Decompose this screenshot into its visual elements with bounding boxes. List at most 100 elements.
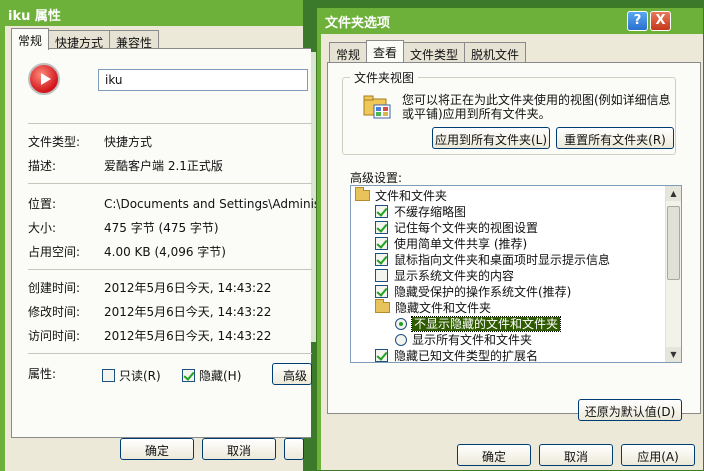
checkbox[interactable]	[375, 269, 388, 282]
scroll-up-icon[interactable]: ▲	[666, 186, 681, 201]
accessed-row: 访问时间: 2012年5月6日今天, 14:43:22	[28, 327, 271, 344]
tab-general[interactable]: 常规	[11, 28, 50, 50]
accessed-value: 2012年5月6日今天, 14:43:22	[104, 329, 272, 343]
location-row: 位置: C:\Documents and Settings\Administra	[28, 195, 337, 212]
advanced-settings-list[interactable]: 文件和文件夹 不缓存缩略图 记住每个文件夹的视图设置 使用简单文件共享 (推荐)…	[350, 185, 682, 363]
description-value: 爱酷客户端 2.1正式版	[104, 159, 223, 173]
list-item-label: 鼠标指向文件夹和桌面项时显示提示信息	[394, 253, 611, 267]
tab-view[interactable]: 查看	[366, 40, 405, 62]
folder-view-icon	[363, 95, 391, 119]
list-item[interactable]: 显示系统文件夹的内容	[375, 267, 514, 283]
attributes-label: 属性:	[28, 367, 57, 381]
size-row: 大小: 475 字节 (475 字节)	[28, 219, 219, 236]
checkbox[interactable]	[375, 221, 388, 234]
hidden-checkbox[interactable]	[182, 369, 195, 382]
list-item-label: 隐藏已知文件类型的扩展名	[394, 349, 539, 363]
list-item-label: 记住每个文件夹的视图设置	[394, 221, 539, 235]
list-item-label-selected: 不显示隐藏的文件和文件夹	[410, 316, 562, 332]
list-item-label: 显示所有文件和文件夹	[412, 333, 533, 347]
tab-strip: 常规 快捷方式 兼容性	[11, 28, 160, 50]
divider	[28, 353, 312, 354]
scroll-thumb[interactable]	[667, 206, 680, 280]
list-item-label: 文件和文件夹	[375, 189, 448, 203]
ok-button[interactable]: 确定	[120, 438, 194, 460]
scroll-down-icon[interactable]: ▼	[666, 347, 681, 362]
created-label: 创建时间:	[28, 281, 81, 295]
list-item-label: 使用简单文件共享 (推荐)	[394, 237, 528, 251]
radio-button[interactable]	[395, 334, 407, 346]
tab-shortcut[interactable]: 快捷方式	[48, 30, 111, 50]
tab-compatibility[interactable]: 兼容性	[109, 30, 160, 50]
checkbox[interactable]	[375, 237, 388, 250]
cancel-button[interactable]: 取消	[202, 438, 276, 460]
list-item[interactable]: 鼠标指向文件夹和桌面项时显示提示信息	[375, 251, 610, 267]
folder-options-window: 文件夹选项 ? X 常规 查看 文件类型 脱机文件 文件夹视图 您可以将正在为此…	[316, 7, 704, 471]
list-item-label: 隐藏受保护的操作系统文件(推荐)	[394, 285, 572, 299]
list-item[interactable]: 不缓存缩略图	[375, 203, 466, 219]
iku-app-icon	[28, 63, 60, 95]
window-body: 常规 查看 文件类型 脱机文件 文件夹视图 您可以将正在为此文件夹使用的视图(例…	[321, 34, 703, 470]
location-value: C:\Documents and Settings\Administra	[104, 197, 338, 211]
restore-defaults-button[interactable]: 还原为默认值(D)	[578, 399, 682, 421]
tab-general[interactable]: 常规	[329, 42, 368, 62]
accessed-label: 访问时间:	[28, 329, 81, 343]
list-item-label: 隐藏文件和文件夹	[395, 301, 492, 315]
radio-button[interactable]	[395, 318, 407, 330]
checkbox[interactable]	[375, 253, 388, 266]
created-value: 2012年5月6日今天, 14:43:22	[104, 281, 272, 295]
file-type-row: 文件类型: 快捷方式	[28, 133, 152, 150]
readonly-checkbox-row[interactable]: 只读(R)	[102, 367, 161, 384]
size-on-disk-label: 占用空间:	[28, 245, 81, 259]
tab-offline-files[interactable]: 脱机文件	[464, 42, 527, 62]
checkbox[interactable]	[375, 285, 388, 298]
folder-view-title: 文件夹视图	[350, 69, 419, 86]
reset-all-folders-button[interactable]: 重置所有文件夹(R)	[556, 127, 674, 149]
modified-label: 修改时间:	[28, 305, 81, 319]
size-value: 475 字节 (475 字节)	[104, 221, 219, 235]
apply-to-all-folders-button[interactable]: 应用到所有文件夹(L)	[432, 127, 550, 149]
folder-icon	[355, 187, 370, 201]
size-on-disk-value: 4.00 KB (4,096 字节)	[104, 245, 226, 259]
hidden-checkbox-row[interactable]: 隐藏(H)	[182, 367, 241, 384]
close-button[interactable]: X	[650, 11, 671, 31]
divider	[28, 183, 312, 184]
modified-row: 修改时间: 2012年5月6日今天, 14:43:22	[28, 303, 271, 320]
size-label: 大小:	[28, 221, 57, 235]
description-label: 描述:	[28, 159, 57, 173]
list-item-label: 不缓存缩略图	[394, 205, 467, 219]
help-button[interactable]: ?	[627, 11, 648, 31]
readonly-checkbox[interactable]	[102, 369, 115, 382]
description-row: 描述: 爱酷客户端 2.1正式版	[28, 157, 223, 174]
divider	[28, 123, 312, 124]
apply-button-partial[interactable]	[284, 438, 304, 460]
attributes-row: 属性:	[28, 365, 104, 382]
checkbox[interactable]	[375, 205, 388, 218]
tab-file-types[interactable]: 文件类型	[403, 42, 466, 62]
tab-strip: 常规 查看 文件类型 脱机文件	[329, 40, 527, 62]
iku-properties-window: iku 属性 常规 快捷方式 兼容性 iku 文件类型: 快捷方式 描述: 爱酷客户…	[0, 0, 337, 471]
created-row: 创建时间: 2012年5月6日今天, 14:43:22	[28, 279, 271, 296]
advanced-button[interactable]: 高级	[272, 363, 312, 385]
list-item[interactable]: 不显示隐藏的文件和文件夹	[395, 315, 562, 332]
list-item[interactable]: 记住每个文件夹的视图设置	[375, 219, 538, 235]
list-item[interactable]: 显示所有文件和文件夹	[395, 331, 532, 347]
list-item[interactable]: 隐藏已知文件类型的扩展名	[375, 347, 539, 363]
list-item[interactable]: 隐藏受保护的操作系统文件(推荐)	[375, 283, 571, 299]
ok-button[interactable]: 确定	[457, 444, 531, 466]
modified-value: 2012年5月6日今天, 14:43:22	[104, 305, 272, 319]
vertical-scrollbar[interactable]: ▲ ▼	[665, 186, 681, 362]
file-type-value: 快捷方式	[104, 135, 153, 149]
window-title: iku 属性	[8, 9, 61, 24]
advanced-settings-label: 高级设置:	[350, 171, 403, 185]
checkbox[interactable]	[375, 349, 388, 362]
size-on-disk-row: 占用空间: 4.00 KB (4,096 字节)	[28, 243, 226, 260]
name-field[interactable]: iku	[98, 69, 308, 91]
cancel-button[interactable]: 取消	[539, 444, 613, 466]
folder-view-description: 您可以将正在为此文件夹使用的视图(例如详细信息或平铺)应用到所有文件夹。	[402, 93, 671, 121]
list-item: 文件和文件夹	[355, 187, 447, 203]
list-item[interactable]: 使用简单文件共享 (推荐)	[375, 235, 527, 251]
apply-button[interactable]: 应用(A)	[621, 444, 695, 466]
hidden-label: 隐藏(H)	[199, 369, 242, 383]
divider	[28, 269, 312, 270]
folder-icon	[375, 299, 390, 313]
